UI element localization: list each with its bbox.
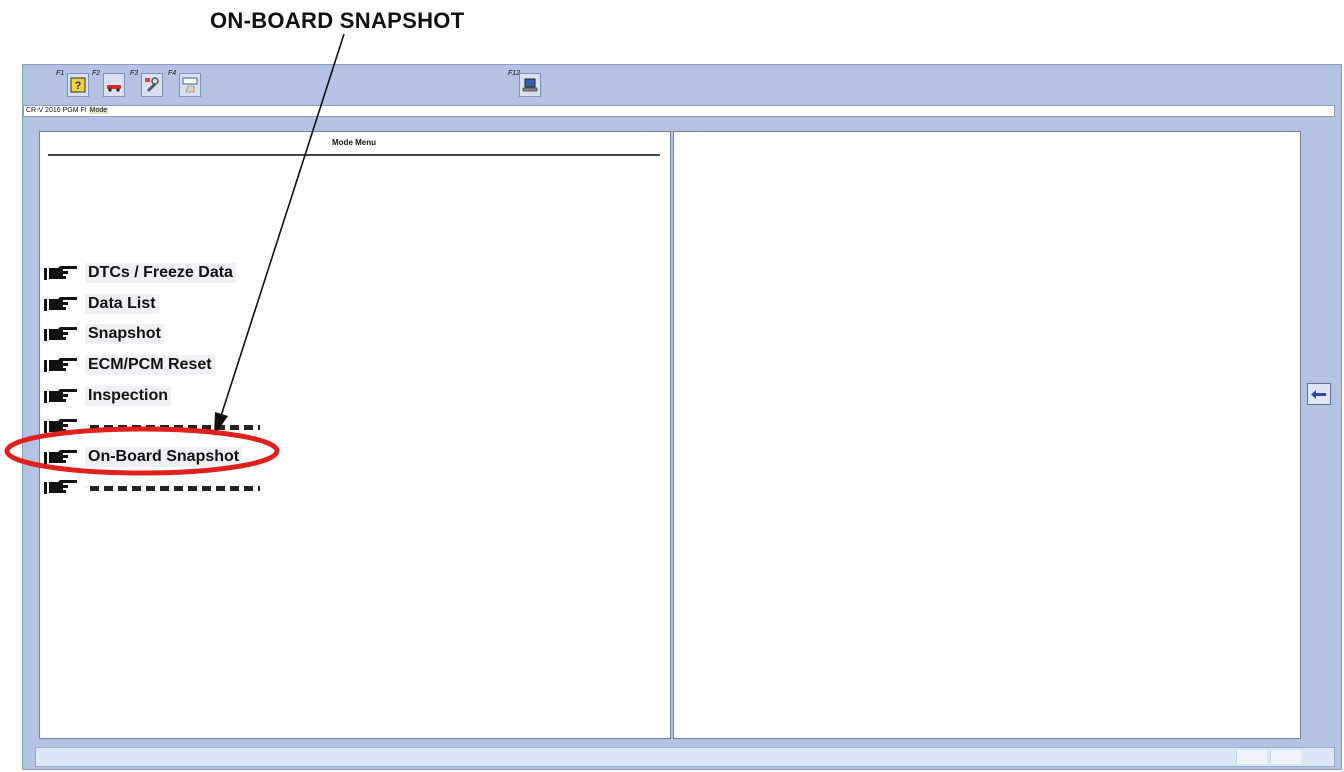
bottom-status-bar (35, 747, 1335, 767)
tool-hand-icon (182, 77, 198, 93)
pointing-hand-icon (44, 266, 77, 281)
back-arrow-button[interactable] (1307, 383, 1331, 405)
menu-item-ecm-pcm-reset[interactable]: ECM/PCM Reset (44, 350, 242, 381)
menu-item-data-list[interactable]: Data List (44, 289, 242, 320)
svg-text:?: ? (75, 80, 82, 92)
status-strip: CR-V 2016 PGM FI Mode (23, 105, 1335, 117)
menu-item-snapshot[interactable]: Snapshot (44, 319, 242, 350)
menu-item-label (85, 486, 91, 489)
detail-panel (673, 131, 1301, 739)
callout-title: ON-BOARD SNAPSHOT (210, 8, 465, 33)
vehicle-label: CR-V 2016 (26, 107, 61, 114)
computer-icon (522, 78, 538, 92)
system-label: PGM FI (62, 107, 87, 114)
f2-vehicle-button[interactable]: F2 (92, 70, 125, 97)
fkey-label: F1 (56, 70, 65, 77)
menu-item-label (85, 425, 91, 428)
fkey-label: F12 (508, 70, 521, 77)
menu-item-dtcs-freeze-data[interactable]: DTCs / Freeze Data (44, 258, 242, 289)
menu-item-label: ECM/PCM Reset (85, 355, 215, 376)
menu-item-inspection[interactable]: Inspection (44, 380, 242, 411)
mode-menu-panel: Mode Menu DTCs / Freeze Data Data List S… (39, 131, 671, 739)
fkey-label: F2 (92, 70, 101, 77)
vehicle-icon (107, 85, 121, 92)
menu-item-label: Inspection (85, 385, 172, 406)
menu-item-label: Snapshot (85, 324, 164, 345)
pointing-hand-icon (44, 419, 77, 434)
left-arrow-icon (1311, 390, 1326, 399)
fkey-label: F4 (168, 70, 177, 77)
pointing-hand-icon (44, 480, 77, 495)
menu-item-label: Data List (85, 293, 159, 314)
menu-item-obscured-2[interactable] (44, 472, 242, 503)
pointing-hand-icon (44, 358, 77, 373)
status-segment (1236, 750, 1267, 764)
menu-item-label: On-Board Snapshot (85, 446, 243, 467)
f12-computer-button[interactable]: F12 (508, 70, 541, 97)
pointing-hand-icon (44, 388, 77, 403)
toolbar: F1 ? F2 F3 F4 F12 (23, 65, 1341, 105)
app-window: F1 ? F2 F3 F4 F12 CR-V 2016 PGM FI Mode … (22, 64, 1342, 770)
help-question-icon: ? (70, 77, 86, 93)
f4-tool-button[interactable]: F4 (168, 70, 201, 97)
panel-header: Mode Menu (48, 138, 660, 156)
mode-label: Mode (88, 107, 109, 114)
menu-item-label: DTCs / Freeze Data (85, 263, 236, 284)
fkey-label: F3 (130, 70, 139, 77)
mode-menu-list: DTCs / Freeze Data Data List Snapshot EC… (44, 258, 243, 503)
f3-service-button[interactable]: F3 (130, 70, 163, 97)
f1-help-button[interactable]: F1 ? (56, 70, 89, 97)
menu-item-obscured-1[interactable] (44, 411, 242, 442)
pointing-hand-icon (44, 296, 77, 311)
pointing-hand-icon (44, 449, 77, 464)
status-segment (1270, 750, 1301, 764)
service-tool-icon (145, 77, 159, 92)
pointing-hand-icon (44, 327, 77, 342)
menu-item-on-board-snapshot[interactable]: On-Board Snapshot (44, 442, 243, 473)
